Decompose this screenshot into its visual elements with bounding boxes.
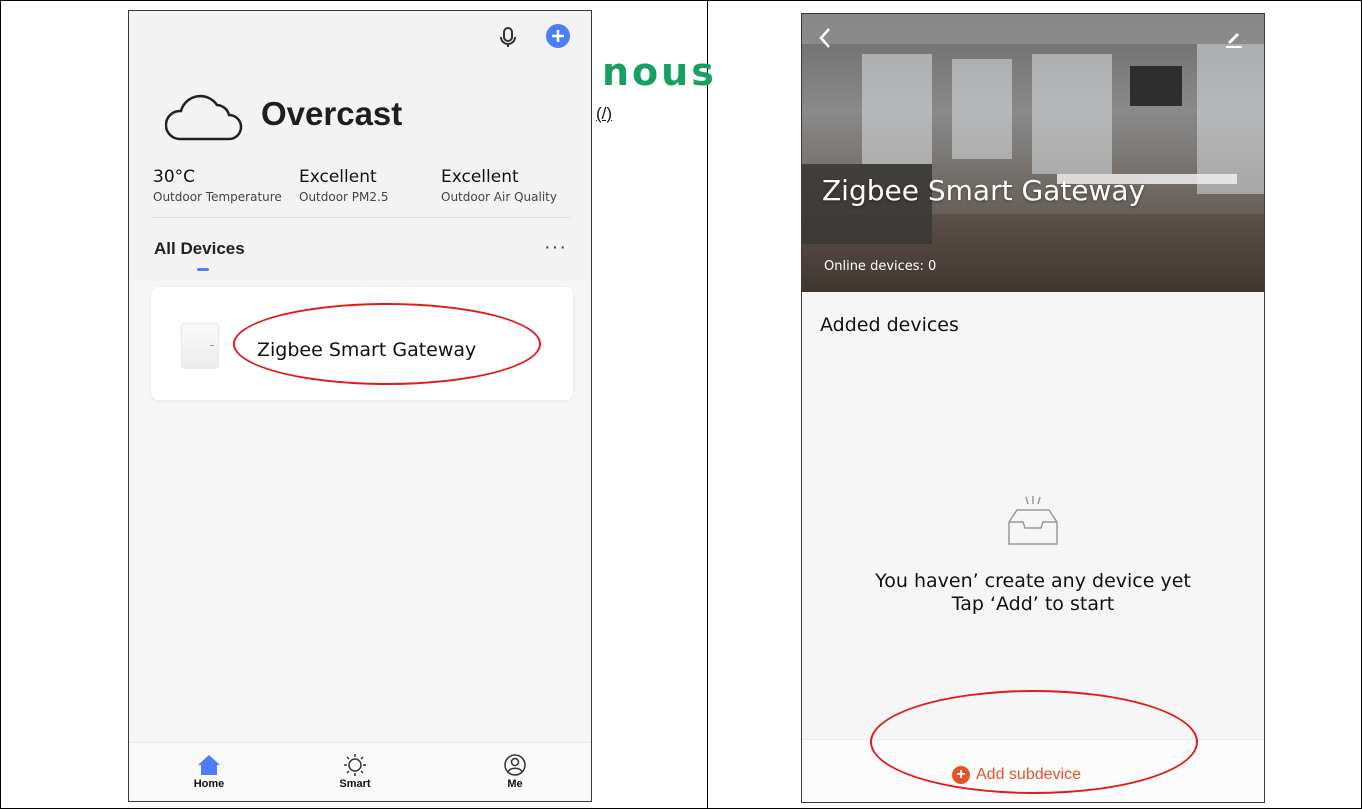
profile-icon xyxy=(504,754,526,776)
stat-value: 30°C xyxy=(153,167,196,187)
bottom-tab-bar: Home Smart Me xyxy=(129,742,591,801)
room-photo xyxy=(802,14,1264,292)
empty-state-message: You haven’ create any device yet Tap ‘Ad… xyxy=(802,570,1264,616)
tab-all-devices[interactable]: All Devices xyxy=(154,239,245,259)
stat-pm25: Excellent Outdoor PM2.5 xyxy=(299,167,388,204)
gateway-detail-screen: Zigbee Smart Gateway Online devices: 0 A… xyxy=(801,13,1265,803)
sun-icon xyxy=(344,754,366,776)
microphone-icon[interactable] xyxy=(497,26,519,48)
logo-home-link[interactable]: (/) xyxy=(596,104,612,124)
tab-me-label: Me xyxy=(507,778,523,790)
add-device-icon[interactable] xyxy=(545,23,571,49)
more-options-icon[interactable]: ··· xyxy=(544,236,567,259)
frame-top-line xyxy=(0,0,1362,1)
back-arrow-icon[interactable] xyxy=(816,26,834,50)
divider xyxy=(151,217,571,218)
empty-line-2: Tap ‘Add’ to start xyxy=(951,593,1115,615)
cloud-icon xyxy=(165,94,243,141)
gateway-title: Zigbee Smart Gateway xyxy=(822,174,1146,207)
stat-value: Excellent xyxy=(441,167,519,187)
online-devices-count: Online devices: 0 xyxy=(824,259,937,274)
tab-smart-label: Smart xyxy=(339,778,371,790)
tab-home[interactable]: Home xyxy=(169,743,249,790)
nous-logo[interactable]: nous xyxy=(602,50,717,94)
tab-indicator xyxy=(197,268,209,271)
stat-air-quality: Excellent Outdoor Air Quality xyxy=(441,167,557,204)
stat-value: Excellent xyxy=(299,167,377,187)
home-icon xyxy=(198,755,220,775)
tab-me[interactable]: Me xyxy=(475,743,555,790)
added-devices-heading: Added devices xyxy=(820,314,959,336)
empty-inbox-icon xyxy=(1008,496,1058,545)
stat-label: Outdoor PM2.5 xyxy=(299,190,389,204)
empty-line-1: You haven’ create any device yet xyxy=(875,570,1191,592)
frame-left-line xyxy=(0,0,1,809)
stat-temperature: 30°C Outdoor Temperature xyxy=(153,167,282,204)
home-screen: Overcast 30°C Outdoor Temperature Excell… xyxy=(128,10,592,802)
annotation-circle-device xyxy=(233,303,541,385)
weather-condition: Overcast xyxy=(261,95,403,132)
edit-icon[interactable] xyxy=(1222,26,1246,50)
tab-home-label: Home xyxy=(193,778,225,790)
tab-smart[interactable]: Smart xyxy=(315,743,395,790)
annotation-circle-add xyxy=(870,690,1198,794)
stat-label: Outdoor Temperature xyxy=(153,190,282,204)
gateway-device-icon xyxy=(181,323,219,369)
stat-label: Outdoor Air Quality xyxy=(441,190,557,204)
frame-divider-line xyxy=(707,0,708,809)
